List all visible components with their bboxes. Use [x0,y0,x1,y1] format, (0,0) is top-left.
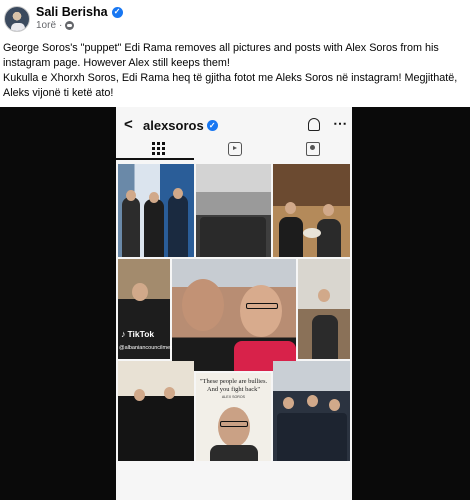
meta-separator: · [59,20,63,31]
tiktok-label-row: ♪ TikTok [121,329,154,339]
photo-selfie [172,259,296,371]
photo-group-crowd [196,164,271,257]
bell-icon [308,118,320,131]
quote-name: ALEX SOROS [221,395,246,399]
photo-quote-card: "These people are bullies. And you fight… [196,373,271,461]
verified-icon: ✓ [111,6,123,18]
photo-unhcr-event [118,164,194,257]
post-text-english: George Soros's "puppet" Edi Rama removes… [3,42,439,69]
instagram-screenshot: < alexsoros ✓ ⋯ ♪ TikTok @albaniancounci… [116,107,352,500]
tiktok-icon: ♪ [121,329,126,339]
photo-meeting-table [273,164,350,257]
verified-icon: ✓ [206,120,218,131]
instagram-tabs [116,140,352,160]
tagged-icon [306,142,320,156]
tiktok-label: TikTok [127,329,155,339]
globe-icon [65,21,75,30]
author-avatar[interactable] [4,6,30,32]
photo-press-event [273,361,350,461]
active-tab-indicator [116,158,194,160]
post-text-albanian: Kukulla e Xhorxh Soros, Edi Rama heq të … [3,72,458,99]
instagram-username-row: alexsoros ✓ [143,118,218,133]
post-meta: 1orë · [36,20,75,31]
photo-walking [118,361,194,461]
tiktok-handle: @albaniancouncilmedia [119,345,178,351]
more-icon: ⋯ [333,115,347,131]
instagram-username: alexsoros [143,118,204,133]
quote-text: "These people are bullies. And you fight… [199,378,268,393]
post-media[interactable]: < alexsoros ✓ ⋯ ♪ TikTok @albaniancounci… [0,107,470,500]
instagram-header: < alexsoros ✓ ⋯ [116,113,352,137]
back-icon: < [124,116,133,133]
photo-conference [298,259,350,359]
glasses-icon [220,421,248,427]
author-name[interactable]: Sali Berisha [36,5,108,19]
reels-icon [228,142,242,156]
author-name-row: Sali Berisha ✓ [36,5,123,19]
glasses-icon [246,303,278,309]
photo-tiktok-clip [118,259,170,359]
post-header: Sali Berisha ✓ 1orë · [0,0,470,36]
grid-icon [152,142,166,156]
post-time[interactable]: 1orë [36,20,56,31]
